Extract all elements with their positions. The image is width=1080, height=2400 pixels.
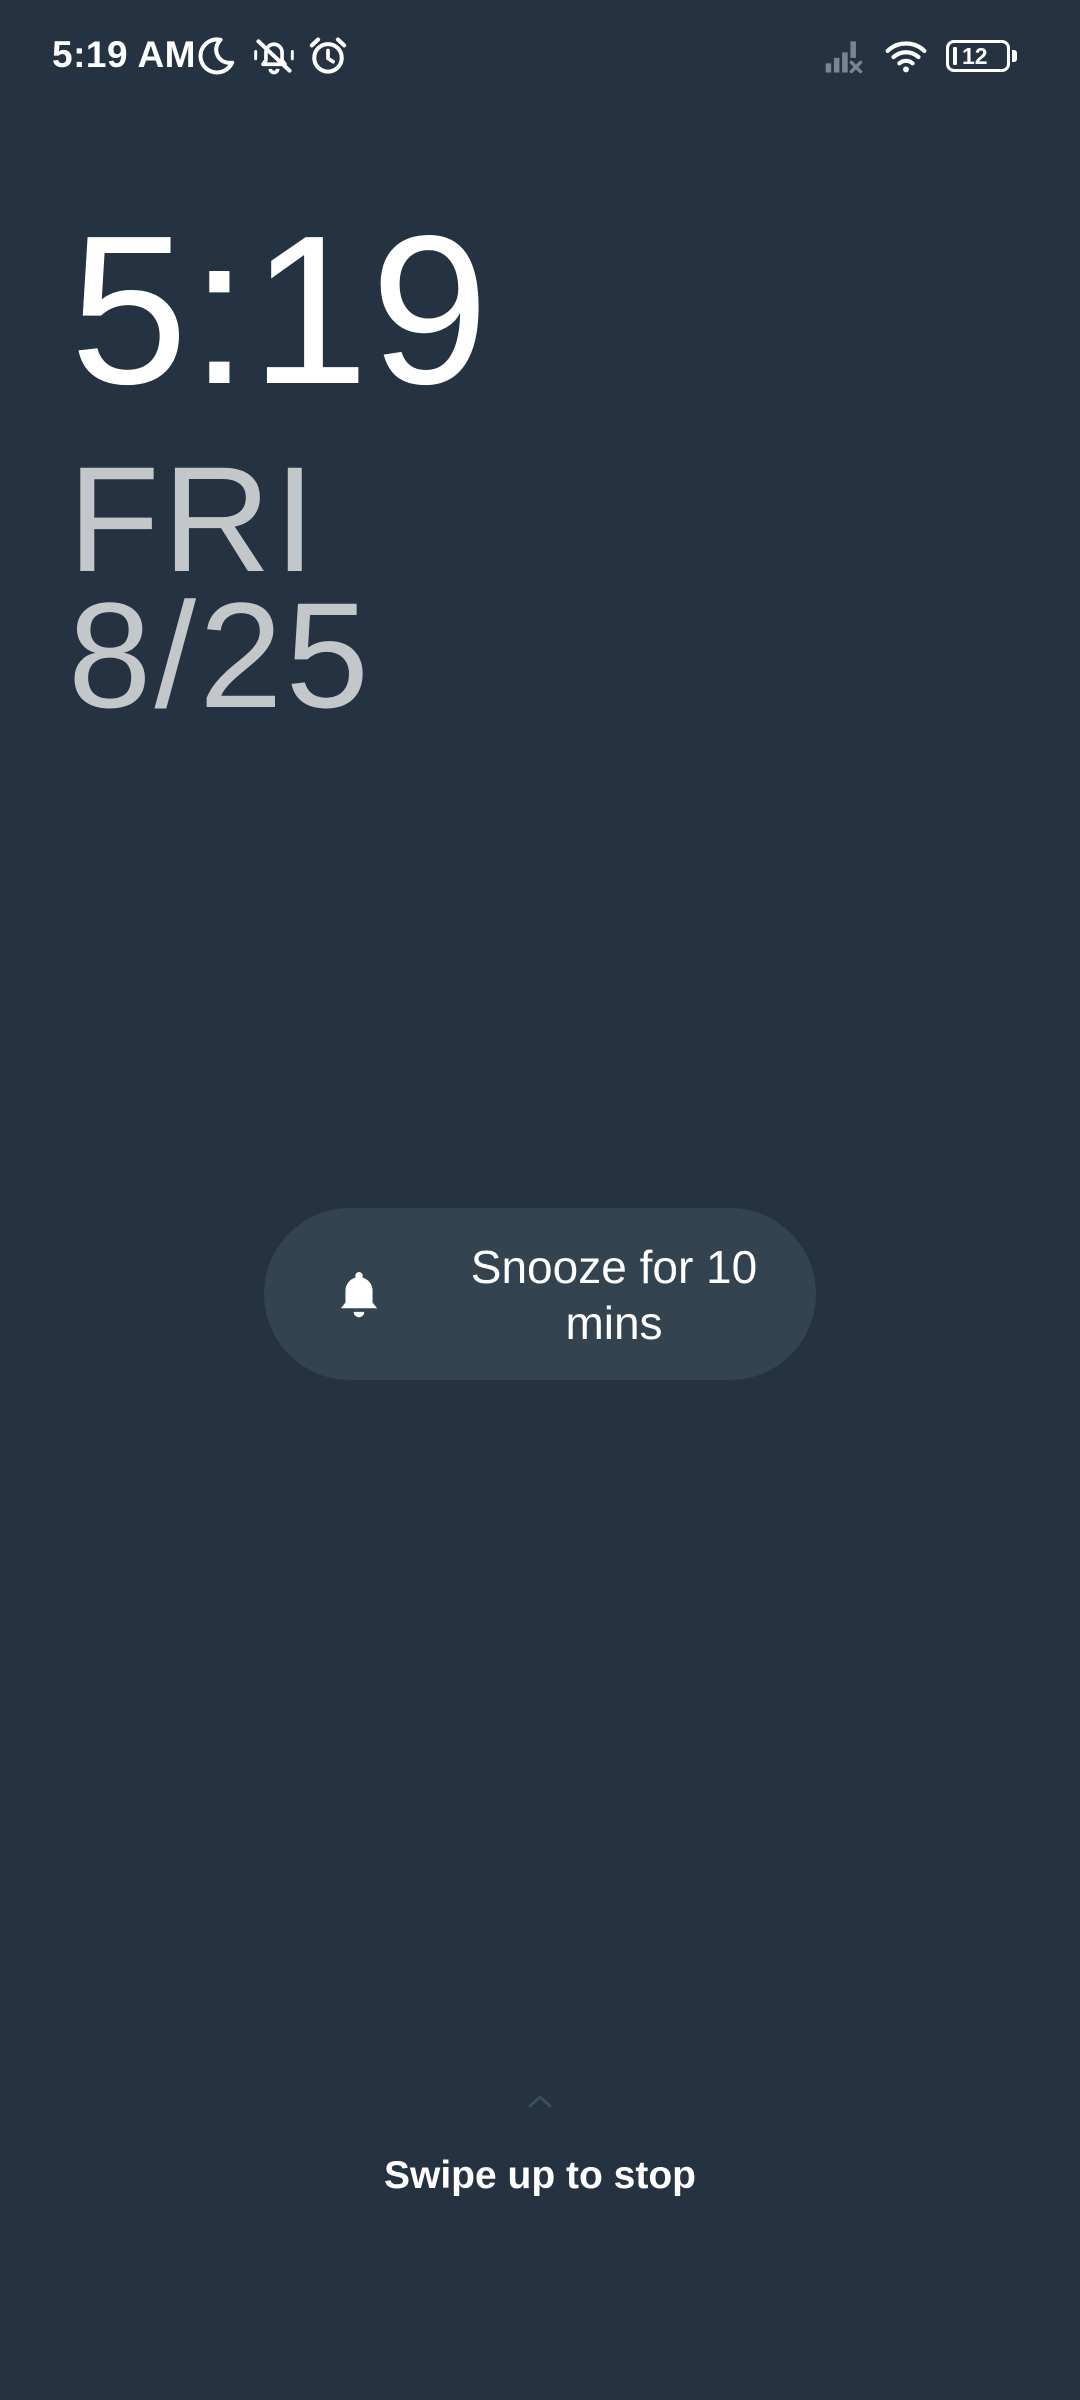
status-bar: 5:19 AM 12	[0, 0, 1080, 118]
moon-icon	[194, 34, 238, 78]
alarm-clock-icon	[306, 34, 350, 78]
battery-level: 12	[962, 43, 988, 69]
battery-indicator: 12	[946, 40, 1017, 72]
chevron-up-icon	[527, 2093, 553, 2109]
signal-no-service-icon	[822, 34, 866, 78]
clock-time: 5:19	[70, 191, 491, 428]
wifi-icon	[884, 34, 928, 78]
swipe-up-to-stop[interactable]: Swipe up to stop	[0, 2154, 1080, 2198]
bell-off-icon	[252, 34, 296, 78]
status-time: 5:19 AM	[52, 34, 197, 75]
battery-fill	[953, 47, 957, 65]
clock-date: 8/25	[68, 571, 372, 739]
alarm-screen: 5:19 AM 12 5:19 FRI 8/25 Snooze for 10 m…	[0, 0, 1080, 2400]
bell-icon	[330, 1266, 388, 1324]
snooze-button[interactable]: Snooze for 10 mins	[264, 1208, 816, 1380]
snooze-label: Snooze for 10 mins	[470, 1241, 758, 1349]
